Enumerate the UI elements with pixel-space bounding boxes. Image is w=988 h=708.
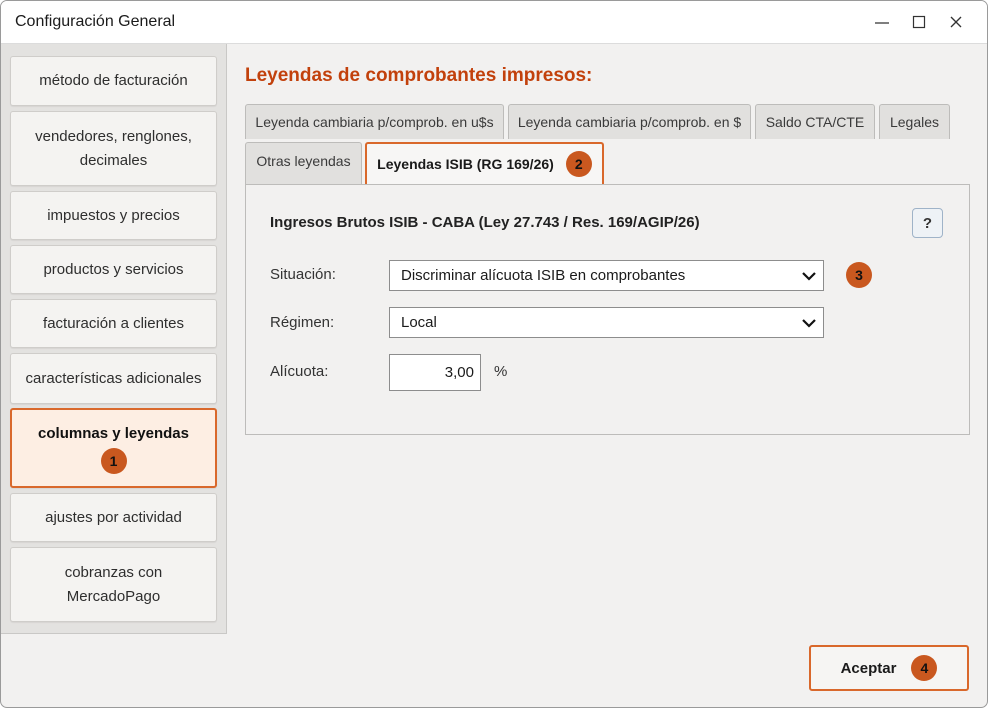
sidebar-item-label: productos y servicios [43, 260, 184, 278]
section-title: Leyendas de comprobantes impresos: [245, 65, 593, 86]
chevron-down-icon [802, 272, 816, 281]
title-bar: Configuración General [1, 1, 987, 44]
sidebar-item-cobranzas[interactable]: cobranzas con MercadoPago [10, 547, 217, 622]
sidebar-item-label: método de facturación [39, 72, 188, 89]
sidebar-item-productos[interactable]: productos y servicios [10, 245, 217, 294]
sidebar-item-label-line2: MercadoPago [66, 587, 161, 605]
window-title: Configuración General [15, 13, 176, 30]
step-badge: 3 [846, 262, 872, 288]
tab-label: Leyendas ISIB (RG 169/26) [377, 156, 554, 172]
regimen-select[interactable]: Local [389, 307, 824, 338]
accept-button[interactable]: Aceptar 4 [809, 645, 969, 691]
sidebar: método de facturación vendedores, renglo… [1, 44, 227, 634]
alicuota-value: 3,00 [444, 364, 474, 381]
sidebar-item-impuestos[interactable]: impuestos y precios [10, 191, 217, 240]
sidebar-item-label: facturación a clientes [43, 314, 184, 332]
regimen-label: Régimen: [270, 314, 335, 331]
step-badge: 4 [911, 655, 938, 681]
alicuota-input[interactable]: 3,00 [389, 354, 481, 391]
sidebar-item-label: vendedores, renglones, [35, 127, 192, 145]
sidebar-item-metodo-facturacion[interactable]: método de facturación [10, 56, 217, 106]
sidebar-item-label-line2: decimales [79, 151, 148, 169]
regimen-value: Local [401, 314, 437, 331]
step-badge: 1 [100, 448, 127, 474]
situacion-select[interactable]: Discriminar alícuota ISIB en comprobante… [389, 260, 824, 291]
accept-label: Aceptar [840, 659, 897, 677]
percent-sign: % [494, 363, 508, 380]
step-badge: 2 [565, 151, 592, 177]
help-button[interactable]: ? [912, 208, 943, 238]
tab-label: Leyenda cambiaria p/comprob. en u$s [255, 114, 494, 130]
sidebar-item-label: características adicionales [25, 369, 202, 387]
minimize-icon [875, 22, 889, 24]
sidebar-item-label: columnas y leyendas [38, 425, 189, 442]
tab-label: Otras leyendas [256, 153, 351, 169]
tab-label: Saldo CTA/CTE [765, 114, 865, 130]
situacion-value: Discriminar alícuota ISIB en comprobante… [401, 267, 686, 284]
tab-label: Leyenda cambiaria p/comprob. en $ [517, 114, 742, 130]
tab-legales[interactable]: Legales [879, 104, 950, 139]
configuration-window: Configuración General método de facturac… [0, 0, 988, 708]
tab-leyenda-cambiaria-usd[interactable]: Leyenda cambiaria p/comprob. en u$s [245, 104, 504, 139]
sidebar-item-label: cobranzas con [64, 563, 163, 581]
tab-label: Legales [889, 114, 940, 130]
tab-leyenda-cambiaria-pesos[interactable]: Leyenda cambiaria p/comprob. en $ [508, 104, 751, 139]
sidebar-item-ajustes[interactable]: ajustes por actividad [10, 493, 217, 542]
panel-heading: Ingresos Brutos ISIB - CABA (Ley 27.743 … [270, 214, 700, 231]
minimize-button[interactable] [867, 9, 897, 35]
tab-otras-leyendas[interactable]: Otras leyendas [245, 142, 362, 184]
maximize-icon [912, 15, 926, 29]
sidebar-item-columnas-leyendas[interactable]: columnas y leyendas 1 [10, 408, 217, 488]
close-button[interactable] [941, 9, 971, 35]
sidebar-item-caracteristicas[interactable]: características adicionales [10, 353, 217, 404]
sidebar-item-vendedores[interactable]: vendedores, renglones, decimales [10, 111, 217, 186]
tab-leyendas-isib[interactable]: Leyendas ISIB (RG 169/26) 2 [365, 142, 604, 184]
tab-saldo-cta-cte[interactable]: Saldo CTA/CTE [755, 104, 875, 139]
chevron-down-icon [802, 319, 816, 328]
maximize-button[interactable] [904, 9, 934, 35]
situacion-label: Situación: [270, 266, 336, 283]
sidebar-item-label: impuestos y precios [47, 206, 180, 224]
alicuota-label: Alícuota: [270, 363, 329, 380]
sidebar-item-label: ajustes por actividad [45, 508, 182, 526]
close-icon [950, 16, 962, 28]
sidebar-item-facturacion-clientes[interactable]: facturación a clientes [10, 299, 217, 348]
